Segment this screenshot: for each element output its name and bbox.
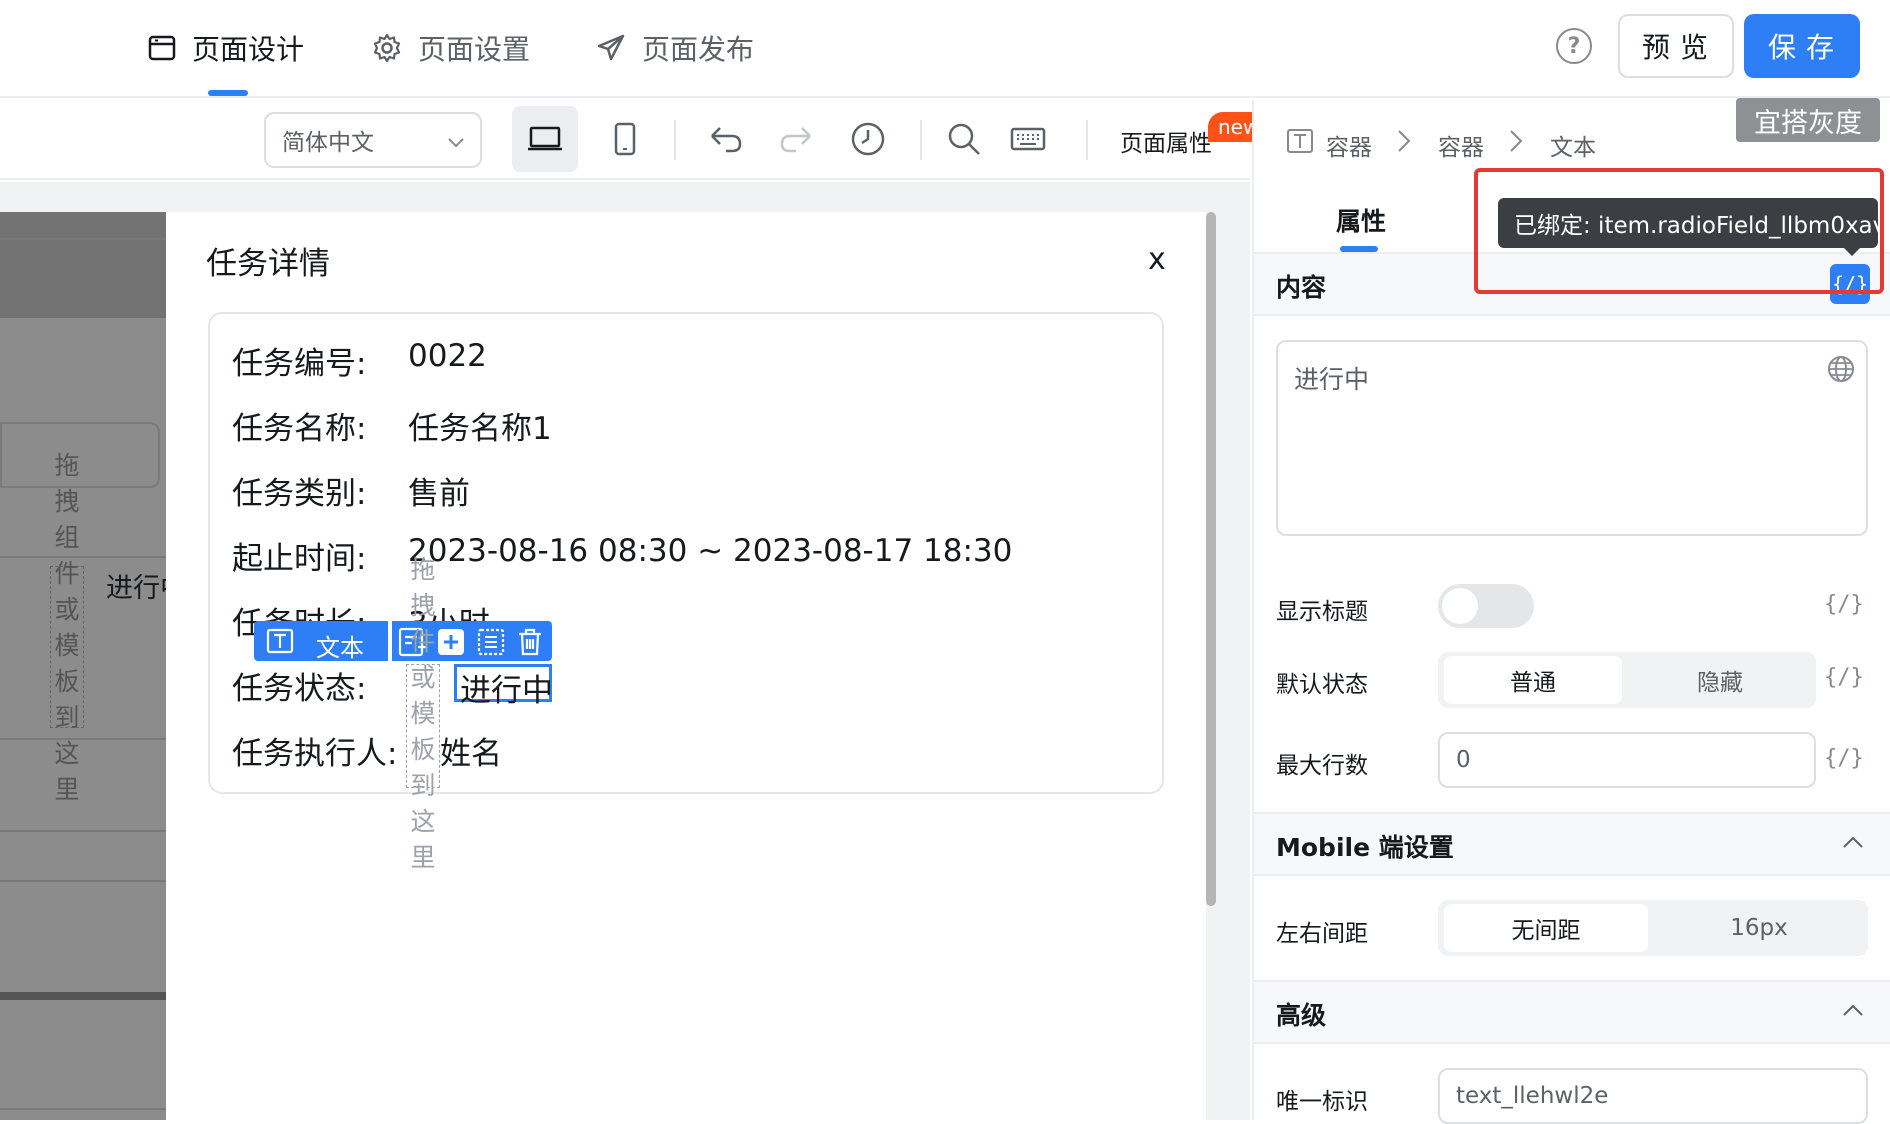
content-textarea[interactable]: 进行中: [1276, 340, 1868, 536]
task-period-value: 2023-08-16 08:30 ~ 2023-08-17 18:30: [408, 533, 1013, 569]
search-icon[interactable]: [942, 117, 986, 161]
task-name-label: 任务名称:: [232, 411, 367, 447]
state-hidden-option[interactable]: 隐藏: [1630, 656, 1810, 704]
breadcrumb-container-1[interactable]: 容器: [1326, 128, 1372, 162]
tab-properties[interactable]: 属性: [1336, 202, 1386, 238]
canvas-scrollbar[interactable]: [1206, 212, 1216, 906]
task-category-label: 任务类别:: [232, 476, 367, 512]
chevron-up-icon[interactable]: [1842, 1002, 1864, 1018]
mask-row-divider: [0, 830, 166, 832]
help-icon[interactable]: ?: [1556, 28, 1592, 64]
globe-icon[interactable]: [1826, 354, 1856, 384]
mobile-section-title: Mobile 端设置: [1276, 833, 1454, 862]
copy-component-icon[interactable]: [476, 627, 506, 657]
toolbar-divider: [1086, 120, 1088, 160]
mask-row-divider: [0, 238, 166, 240]
toolbar-divider: [920, 120, 922, 160]
dialog-title: 任务详情: [206, 246, 330, 282]
content-value: 进行中: [1294, 365, 1370, 394]
gear-icon: [372, 33, 402, 63]
browser-window-icon: [148, 34, 176, 62]
task-category-value: 售前: [408, 476, 470, 512]
active-tab-indicator: [208, 90, 248, 96]
mask-row-divider: [0, 738, 166, 740]
variable-binding-icon[interactable]: {/}: [1824, 746, 1864, 771]
state-normal-option[interactable]: 普通: [1444, 656, 1622, 704]
breadcrumb-text[interactable]: 文本: [1550, 128, 1596, 162]
drop-zone-hint-inner: 拖拽件或模板到这里: [410, 555, 436, 872]
advanced-section-title: 高级: [1276, 1001, 1327, 1030]
task-assignee-label: 任务执行人:: [232, 736, 398, 772]
mask-row-divider: [0, 1108, 166, 1110]
task-period-label: 起止时间:: [232, 541, 367, 577]
page-properties-button[interactable]: 页面属性: [1120, 124, 1212, 158]
task-status-label: 任务状态:: [232, 671, 367, 707]
delete-trash-icon[interactable]: [516, 627, 544, 657]
language-select[interactable]: 简体中文: [264, 112, 482, 168]
mobile-view-icon[interactable]: [603, 117, 647, 161]
preview-button[interactable]: 预览: [1618, 14, 1734, 78]
max-lines-label: 最大行数: [1276, 753, 1368, 779]
keyboard-icon[interactable]: [1006, 117, 1050, 161]
tab-page-design-label: 页面设计: [192, 33, 305, 66]
variable-binding-icon[interactable]: {/}: [1824, 665, 1864, 690]
environment-tag: 宜搭灰度: [1736, 98, 1880, 142]
variable-binding-icon[interactable]: {/}: [1824, 592, 1864, 617]
chevron-right-icon: [1396, 128, 1412, 154]
action-bar-divider: [388, 621, 392, 661]
paper-plane-icon: [596, 33, 626, 63]
tab-page-settings[interactable]: 页面设置: [372, 26, 530, 70]
chevron-up-icon[interactable]: [1842, 834, 1864, 850]
task-name-value: 任务名称1: [408, 411, 552, 447]
chevron-right-icon: [1508, 128, 1524, 154]
horizontal-padding-label: 左右间距: [1276, 921, 1368, 947]
task-status-value[interactable]: 进行中: [460, 665, 553, 710]
text-component-icon: [266, 628, 294, 654]
desktop-view-icon[interactable]: [523, 117, 567, 161]
drop-zone-hint: 拖拽组件或模板到这里: [54, 451, 80, 804]
tab-page-settings-label: 页面设置: [418, 33, 531, 66]
redo-icon[interactable]: [774, 117, 818, 161]
highlight-annotation-box: [1474, 168, 1884, 294]
unique-id-label: 唯一标识: [1276, 1089, 1368, 1115]
mask-header-row: [0, 212, 166, 318]
unique-id-input[interactable]: text_llehwl2e: [1438, 1068, 1868, 1124]
padding-none-option[interactable]: 无间距: [1444, 904, 1648, 952]
content-section-title: 内容: [1276, 273, 1327, 302]
save-button[interactable]: 保存: [1744, 14, 1860, 78]
mask-divider: [0, 992, 166, 1000]
show-title-label: 显示标题: [1276, 599, 1368, 625]
selected-component-name: 文本: [316, 634, 364, 662]
tab-page-publish-label: 页面发布: [642, 33, 755, 66]
close-button[interactable]: x: [1148, 242, 1166, 277]
mask-row-divider: [0, 880, 166, 882]
undo-icon[interactable]: [704, 117, 748, 161]
task-id-label: 任务编号:: [232, 346, 367, 382]
show-title-toggle[interactable]: [1438, 584, 1534, 628]
history-clock-icon[interactable]: [846, 117, 890, 161]
advanced-section-header[interactable]: [1254, 980, 1890, 1044]
default-state-label: 默认状态: [1276, 672, 1368, 698]
tab-page-publish[interactable]: 页面发布: [596, 26, 754, 70]
breadcrumb-container-2[interactable]: 容器: [1438, 128, 1484, 162]
add-component-icon[interactable]: [436, 627, 466, 657]
task-id-value: 0022: [408, 338, 487, 374]
padding-16px-option[interactable]: 16px: [1656, 904, 1862, 952]
text-type-icon: [1286, 128, 1314, 154]
chevron-down-icon: [446, 132, 466, 152]
tab-page-design[interactable]: 页面设计: [148, 26, 304, 70]
max-lines-input[interactable]: 0: [1438, 732, 1816, 788]
task-assignee-value: 姓名: [440, 736, 502, 772]
toolbar-divider: [674, 120, 676, 160]
language-select-value: 简体中文: [282, 130, 374, 156]
mask-row-divider: [0, 556, 166, 558]
